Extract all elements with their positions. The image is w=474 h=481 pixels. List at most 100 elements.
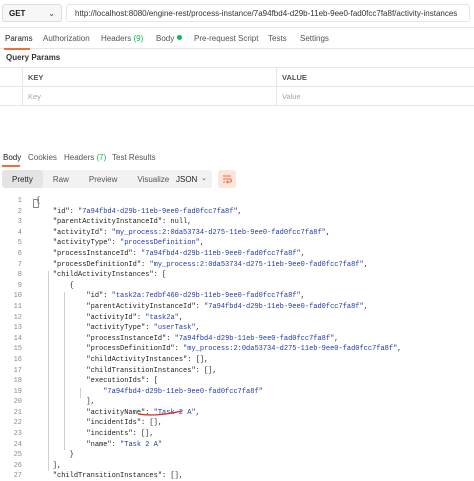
tab-label: Body xyxy=(156,34,175,43)
code-line: 16 "childActivityInstances": [], xyxy=(0,355,474,366)
code-text: "activityType": "processDefinition", xyxy=(52,239,205,248)
tab-label: Body xyxy=(3,153,22,162)
code-text: "executionIds": [ xyxy=(86,377,158,386)
table-row: Key Value xyxy=(0,87,474,106)
line-number: 15 xyxy=(13,345,22,354)
tab-response-body[interactable]: Body xyxy=(3,153,21,162)
view-raw-button[interactable]: Raw xyxy=(43,170,79,188)
code-text: "childTransitionInstances": [], xyxy=(52,472,184,481)
line-number: 16 xyxy=(13,355,22,364)
code-text: "incidents": [], xyxy=(86,430,154,439)
code-text: "processInstanceId": "7a94fbd4-d29b-11eb… xyxy=(52,249,305,258)
tab-label: Tests xyxy=(268,34,287,43)
code-text: "parentActivityInstanceId": "7a94fbd4-d2… xyxy=(86,302,368,311)
response-body-code[interactable]: 1{2 "id": "7a94fbd4-d29b-11eb-9ee0-fad0f… xyxy=(0,196,474,481)
tab-cookies[interactable]: Cookies xyxy=(28,153,57,162)
view-preview-button[interactable]: Preview xyxy=(79,170,127,188)
line-number: 1 xyxy=(17,197,22,205)
chevron-down-icon: ⌄ xyxy=(48,9,55,18)
query-params-title: Query Params xyxy=(6,53,61,62)
tab-authorization[interactable]: Authorization xyxy=(43,34,90,43)
header-count-badge: (9) xyxy=(133,34,144,43)
tab-response-headers[interactable]: Headers (7) xyxy=(64,153,106,162)
line-number: 9 xyxy=(17,281,22,290)
line-number: 27 xyxy=(13,472,22,481)
line-number: 2 xyxy=(17,207,22,216)
code-line: 17 "childTransitionInstances": [], xyxy=(0,366,474,377)
code-text: "childActivityInstances": [ xyxy=(52,271,167,280)
line-number: 3 xyxy=(17,218,22,227)
code-line: 1{ xyxy=(0,196,474,207)
tab-label: Pre-request Script xyxy=(194,34,259,43)
url-text: http://localhost:8080/engine-rest/proces… xyxy=(75,8,458,18)
line-number: 19 xyxy=(13,387,22,396)
tab-label: Params xyxy=(5,34,33,43)
code-line: 12 "activityId": "task2a", xyxy=(0,313,474,324)
line-number: 12 xyxy=(13,313,22,322)
tab-headers[interactable]: Headers (9) xyxy=(101,34,143,43)
method-select[interactable]: GET ⌄ xyxy=(2,4,62,22)
annotation-underline xyxy=(137,410,183,416)
indent-guide xyxy=(80,388,81,398)
code-line: 25 } xyxy=(0,450,474,461)
line-number: 7 xyxy=(17,260,22,269)
code-line: 14 "processInstanceId": "7a94fbd4-d29b-1… xyxy=(0,334,474,345)
code-text: "activityId": "my_process:2:0da53734-d27… xyxy=(52,228,331,237)
code-text: "activityType": "userTask", xyxy=(86,324,200,333)
method-label: GET xyxy=(9,8,26,18)
code-line: 2 "id": "7a94fbd4-d29b-11eb-9ee0-fad0fcc… xyxy=(0,207,474,218)
tab-body[interactable]: Body xyxy=(156,34,183,43)
code-text: { xyxy=(36,281,74,290)
code-text: "name": "Task 2 A" xyxy=(86,440,163,449)
format-select[interactable]: JSON ⌄ xyxy=(170,170,212,188)
tab-label: Test Results xyxy=(112,153,156,162)
code-line: 5 "activityType": "processDefinition", xyxy=(0,238,474,249)
chevron-down-icon: ⌄ xyxy=(201,175,207,182)
line-number: 17 xyxy=(13,366,22,375)
code-text: "childActivityInstances": [], xyxy=(86,355,209,364)
body-status-dot-icon xyxy=(177,35,183,40)
line-number: 18 xyxy=(13,377,22,386)
active-tab-indicator xyxy=(4,48,30,50)
tab-params[interactable]: Params xyxy=(5,34,33,43)
code-line: 10 "id": "task2a:7edbf460-d29b-11eb-9ee0… xyxy=(0,291,474,302)
code-text: "processDefinitionId": "my_process:2:0da… xyxy=(86,345,402,354)
code-text: "parentActivityInstanceId": null, xyxy=(52,218,192,227)
line-number: 13 xyxy=(13,324,22,333)
code-text: } xyxy=(36,451,74,460)
code-line: 15 "processDefinitionId": "my_process:2:… xyxy=(0,344,474,355)
code-line: 21 "activityName": "Task 2 A", xyxy=(0,408,474,419)
line-number: 5 xyxy=(17,239,22,248)
code-text: "activityId": "task2a", xyxy=(86,313,184,322)
code-text: "id": "7a94fbd4-d29b-11eb-9ee0-fad0fcc7f… xyxy=(52,207,242,216)
line-number: 21 xyxy=(13,408,22,417)
tab-label: Headers xyxy=(101,34,132,43)
view-pretty-button[interactable]: Pretty xyxy=(2,170,43,188)
tab-test-results[interactable]: Test Results xyxy=(112,153,156,162)
tab-settings[interactable]: Settings xyxy=(300,34,329,43)
table-header-row: KEY VALUE xyxy=(0,68,474,87)
code-line: 23 "incidents": [], xyxy=(0,429,474,440)
code-line: 6 "processInstanceId": "7a94fbd4-d29b-11… xyxy=(0,249,474,260)
value-input[interactable]: Value xyxy=(282,92,301,101)
format-label: JSON xyxy=(176,174,198,184)
code-text: "7a94fbd4-d29b-11eb-9ee0-fad0fcc7fa8f" xyxy=(103,387,263,396)
key-input[interactable]: Key xyxy=(28,92,41,101)
code-line: 19 "7a94fbd4-d29b-11eb-9ee0-fad0fcc7fa8f… xyxy=(0,387,474,398)
code-line: 11 "parentActivityInstanceId": "7a94fbd4… xyxy=(0,302,474,313)
url-bar: GET ⌄ http://localhost:8080/engine-rest/… xyxy=(0,0,474,28)
url-input[interactable]: http://localhost:8080/engine-rest/proces… xyxy=(66,4,470,22)
tab-label: Authorization xyxy=(43,34,90,43)
line-number: 11 xyxy=(13,302,22,311)
code-text: "incidentIds": [], xyxy=(86,419,163,428)
code-line: 24 "name": "Task 2 A" xyxy=(0,440,474,451)
wrap-lines-button[interactable] xyxy=(218,170,236,188)
line-number: 14 xyxy=(13,334,22,343)
tab-pre-request-script[interactable]: Pre-request Script xyxy=(194,34,258,43)
request-tabs: Params Authorization Headers (9) Body Pr… xyxy=(0,29,474,49)
code-line: 8 "childActivityInstances": [ xyxy=(0,270,474,281)
code-text: "id": "task2a:7edbf460-d29b-11eb-9ee0-fa… xyxy=(86,292,305,301)
column-header-value: VALUE xyxy=(282,73,307,82)
line-number: 22 xyxy=(13,419,22,428)
tab-tests[interactable]: Tests xyxy=(268,34,287,43)
